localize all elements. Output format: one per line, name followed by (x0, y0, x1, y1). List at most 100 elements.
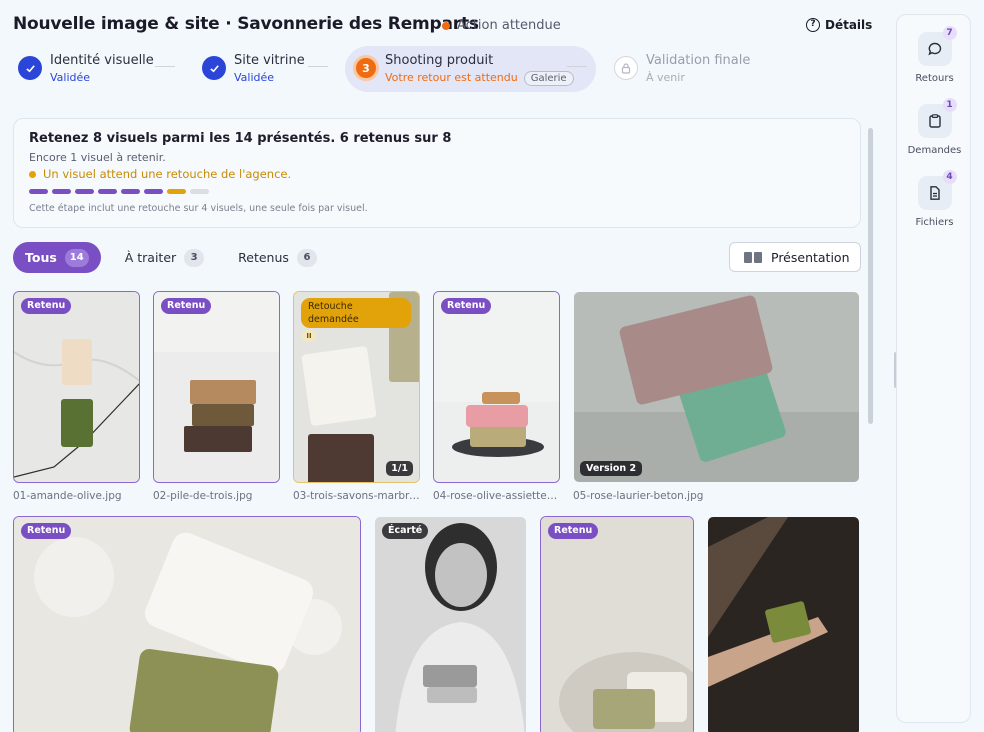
sidebar-item-fichiers[interactable]: 4 Fichiers (897, 170, 972, 228)
photo-image (574, 292, 859, 482)
retouch-alert: Un visuel attend une retouche de l'agenc… (29, 167, 291, 181)
status-badge: Retenu (548, 523, 599, 539)
step-status: À venir (646, 71, 685, 84)
alert-dot-icon (29, 170, 36, 178)
retouch-alert-text: Un visuel attend une retouche de l'agenc… (43, 167, 292, 181)
notification-count: 4 (942, 170, 957, 184)
layout-icon (744, 251, 762, 263)
photo-image (14, 517, 360, 732)
photo-filename: 04-rose-olive-assiette.jpg (433, 490, 560, 502)
filter-a-traiter[interactable]: À traiter 3 (115, 242, 214, 273)
version-counter: 1/1 (386, 461, 413, 476)
step-status-text: Votre retour est attendu (385, 71, 518, 84)
notification-count: 7 (942, 26, 957, 40)
photo-filename: 01-amande-olive.jpg (13, 490, 122, 502)
photo-card-07[interactable]: Écarté (374, 516, 527, 732)
pause-icon: II (302, 330, 316, 342)
step-label: Site vitrine (234, 53, 305, 68)
status-badge: Retenu (161, 298, 212, 314)
status-badge: Retouche demandée (301, 298, 411, 328)
filter-tabs: Tous 14 À traiter 3 Retenus 6 (13, 242, 327, 273)
photo-card-01[interactable]: Retenu (13, 291, 140, 483)
sidebar-item-label: Demandes (907, 145, 962, 156)
photo-image (541, 517, 693, 732)
step-connector (308, 66, 328, 67)
step-shooting-produit[interactable]: 3 Shooting produit Votre retour est atte… (353, 52, 593, 86)
document-icon: 4 (917, 170, 957, 210)
sidebar-item-label: Retours (915, 73, 954, 84)
photo-card-06[interactable]: Retenu (13, 516, 361, 732)
step-connector (567, 66, 587, 67)
step-status: Validée (234, 71, 275, 84)
filter-count: 3 (184, 248, 205, 267)
sidebar-item-label: Fichiers (915, 217, 954, 228)
status-dot-icon (442, 21, 450, 30)
step-connector (155, 66, 175, 67)
progress-segment (52, 189, 71, 194)
step-label: Identité visuelle (50, 53, 154, 68)
filter-count: 6 (296, 248, 317, 267)
progress-segment (29, 189, 48, 194)
filter-label: Retenus (238, 250, 289, 265)
remaining-text: Encore 1 visuel à retenir. (29, 151, 166, 164)
status-label: Action attendue (457, 18, 561, 33)
step-identite-visuelle[interactable]: Identité visuelle Validée (18, 52, 178, 86)
photo-filename: 02-pile-de-trois.jpg (153, 490, 253, 502)
step-validation-finale[interactable]: Validation finale À venir (614, 52, 754, 86)
progress-segment (121, 189, 140, 194)
photo-card-03[interactable]: Retouche demandée II 1/1 (293, 291, 420, 483)
step-number: 3 (353, 55, 379, 81)
progress-segment (190, 189, 209, 194)
photo-filename: 05-rose-laurier-beton.jpg (573, 490, 704, 502)
photo-image (708, 517, 859, 732)
presentation-button[interactable]: Présentation (729, 242, 861, 272)
photo-image (375, 517, 526, 732)
step-status: Votre retour est attendu Galerie (385, 71, 574, 86)
photo-card-04[interactable]: Retenu (433, 291, 560, 483)
status-badge: Retenu (21, 523, 72, 539)
version-tag: Version 2 (580, 461, 643, 476)
sidebar-item-demandes[interactable]: 1 Demandes (897, 98, 972, 156)
main-content: Nouvelle image & site · Savonnerie des R… (0, 0, 882, 732)
photo-card-08[interactable]: Retenu (540, 516, 694, 732)
status-indicator: Action attendue (442, 18, 561, 33)
galerie-tag: Galerie (523, 71, 574, 86)
photo-image (14, 292, 139, 482)
progress-segment (98, 189, 117, 194)
filter-count: 14 (64, 248, 89, 267)
sidebar-item-retours[interactable]: 7 Retours (897, 26, 972, 84)
photo-image (434, 292, 559, 482)
photo-image (154, 292, 279, 482)
check-icon (202, 56, 226, 80)
progress-segment (144, 189, 163, 194)
page-title: Nouvelle image & site · Savonnerie des R… (13, 14, 479, 34)
photo-card-05[interactable]: Version 2 (573, 291, 860, 483)
step-label: Validation finale (646, 53, 751, 68)
question-icon: ? (806, 18, 820, 32)
filter-retenus[interactable]: Retenus 6 (228, 242, 327, 273)
details-label: Détails (825, 18, 873, 32)
status-badge: Écarté (382, 523, 429, 539)
chat-icon: 7 (917, 26, 957, 66)
filter-label: Tous (25, 250, 57, 265)
photo-card-02[interactable]: Retenu (153, 291, 280, 483)
photo-filename: 03-trois-savons-marbre.jpg (293, 490, 420, 502)
step-site-vitrine[interactable]: Site vitrine Validée (202, 52, 332, 86)
status-badge: Retenu (21, 298, 72, 314)
photo-card-09[interactable] (707, 516, 860, 732)
presentation-label: Présentation (771, 249, 850, 265)
status-badge: Retenu (441, 298, 492, 314)
filter-tous[interactable]: Tous 14 (13, 242, 101, 273)
right-sidebar: 7 Retours 1 Demandes 4 Fichiers (896, 14, 971, 723)
check-icon (18, 56, 42, 80)
selection-progress (29, 189, 209, 194)
step-label: Shooting produit (385, 53, 494, 68)
filter-label: À traiter (124, 250, 177, 265)
details-button[interactable]: ? Détails (806, 18, 872, 32)
vertical-scrollbar[interactable] (868, 128, 873, 424)
notification-count: 1 (942, 98, 957, 112)
progress-segment (75, 189, 94, 194)
step-status: Validée (50, 71, 91, 84)
lock-icon (614, 56, 638, 80)
retouch-note: Cette étape inclut une retouche sur 4 vi… (29, 203, 368, 214)
